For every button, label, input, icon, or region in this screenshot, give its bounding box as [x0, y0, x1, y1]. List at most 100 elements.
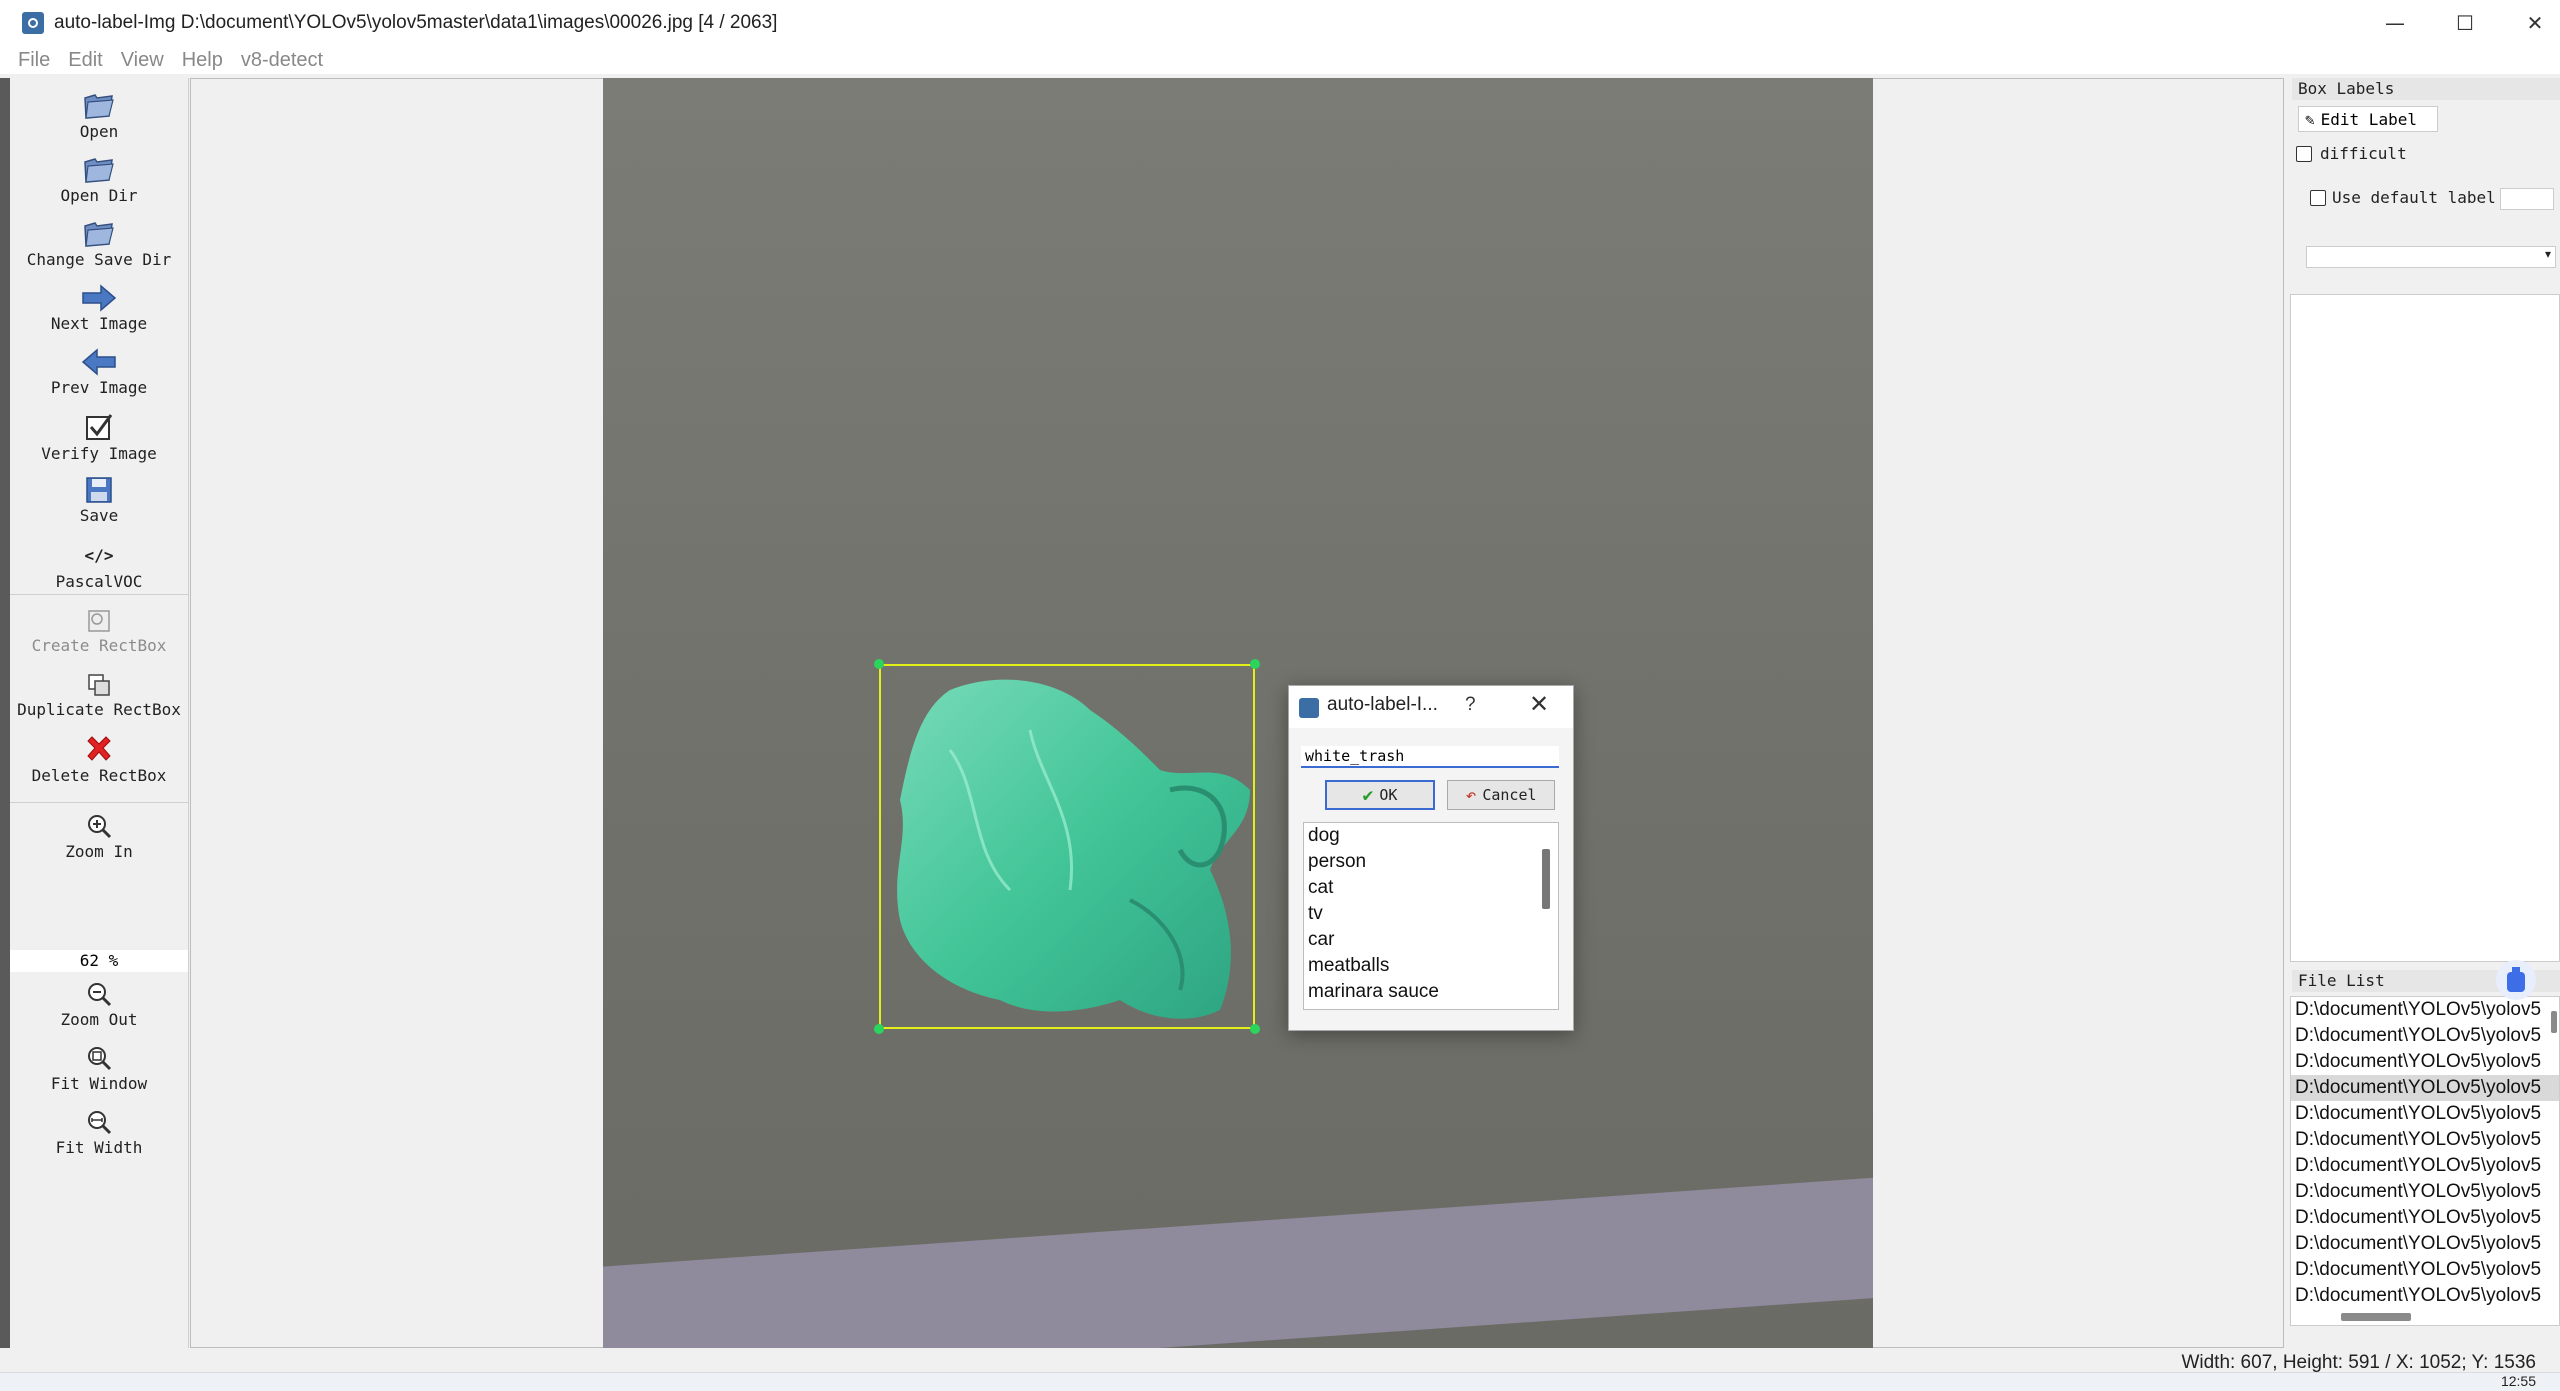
- bbox-handle-bottom-left[interactable]: [874, 1024, 884, 1034]
- title-bar: auto-label-Img D:\document\YOLOv5\yolov5…: [0, 0, 2560, 46]
- default-label-input[interactable]: [2500, 188, 2554, 210]
- label-list[interactable]: dog person cat tv car meatballs marinara…: [1303, 822, 1559, 1010]
- save-button[interactable]: Save: [10, 474, 188, 525]
- difficult-checkbox[interactable]: [2296, 146, 2312, 162]
- menu-bar: File Edit View Help v8-detect: [0, 46, 2560, 74]
- create-rectbox-button[interactable]: Create RectBox: [10, 604, 188, 655]
- menu-edit[interactable]: Edit: [68, 49, 102, 72]
- box-label-list[interactable]: [2290, 294, 2560, 962]
- duplicate-icon: [10, 668, 188, 698]
- label-list-item[interactable]: car: [1304, 927, 1558, 953]
- label-list-scrollbar[interactable]: [1542, 849, 1550, 909]
- file-list-item-selected[interactable]: D:\document\YOLOv5\yolov5: [2291, 1075, 2559, 1101]
- cancel-button[interactable]: ↶ Cancel: [1447, 780, 1555, 810]
- file-list-item[interactable]: D:\document\YOLOv5\yolov5: [2291, 1153, 2559, 1179]
- bbox-handle-bottom-right[interactable]: [1250, 1024, 1260, 1034]
- file-list-hscrollbar[interactable]: [2341, 1313, 2411, 1321]
- ok-label: OK: [1379, 786, 1398, 804]
- window-title: auto-label-Img D:\document\YOLOv5\yolov5…: [54, 12, 778, 33]
- menu-view[interactable]: View: [121, 49, 164, 72]
- edit-label-text: Edit Label: [2320, 109, 2417, 129]
- toolbar: Open Open Dir Change Save Dir Next Image…: [10, 78, 189, 1348]
- save-label: Save: [79, 506, 119, 525]
- bbox-handle-top-left[interactable]: [874, 659, 884, 669]
- file-list-item[interactable]: D:\document\YOLOv5\yolov5: [2291, 997, 2559, 1023]
- fit-width-button[interactable]: Fit Width: [10, 1106, 188, 1157]
- file-list-item[interactable]: D:\document\YOLOv5\yolov5: [2291, 1101, 2559, 1127]
- label-filter-combo[interactable]: [2306, 246, 2556, 268]
- label-list-item[interactable]: dog: [1304, 823, 1558, 849]
- format-toggle-button[interactable]: </> PascalVOC: [10, 540, 188, 592]
- prev-image-button[interactable]: Prev Image: [10, 346, 188, 397]
- file-list-vscrollbar[interactable]: [2551, 1011, 2557, 1033]
- duplicate-rectbox-button[interactable]: Duplicate RectBox: [10, 668, 188, 719]
- arrow-left-icon: [10, 346, 188, 376]
- dialog-close-button[interactable]: ✕: [1529, 690, 1549, 718]
- next-image-label: Next Image: [50, 314, 148, 333]
- prev-image-label: Prev Image: [50, 378, 148, 397]
- use-default-label-checkbox[interactable]: [2310, 190, 2326, 206]
- file-list-item[interactable]: D:\document\YOLOv5\yolov5: [2291, 1049, 2559, 1075]
- file-list-item[interactable]: D:\document\YOLOv5\yolov5: [2291, 1231, 2559, 1257]
- maximize-button[interactable]: ☐: [2430, 0, 2500, 46]
- minimize-button[interactable]: —: [2360, 0, 2430, 46]
- verify-image-label: Verify Image: [41, 444, 157, 463]
- right-panel: Box Labels ✎ Edit Label difficult Use de…: [2286, 78, 2560, 1348]
- toolbar-separator: [10, 802, 188, 803]
- file-list-item[interactable]: D:\document\YOLOv5\yolov5: [2291, 1257, 2559, 1283]
- menu-help[interactable]: Help: [182, 49, 223, 72]
- checkbox-check-icon: [10, 412, 188, 442]
- bounding-box[interactable]: [879, 664, 1255, 1029]
- file-list-item[interactable]: D:\document\YOLOv5\yolov5: [2291, 1205, 2559, 1231]
- file-list-item[interactable]: D:\document\YOLOv5\yolov5: [2291, 1179, 2559, 1205]
- bbox-handle-top-right[interactable]: [1250, 659, 1260, 669]
- dialog-help-button[interactable]: ?: [1465, 694, 1476, 716]
- ok-button[interactable]: ✔ OK: [1325, 780, 1435, 810]
- file-list-item[interactable]: D:\document\YOLOv5\yolov5: [2291, 1127, 2559, 1153]
- dialog-title: auto-label-I...: [1327, 694, 1438, 715]
- open-button[interactable]: Open: [10, 90, 188, 141]
- fit-width-label: Fit Width: [55, 1138, 143, 1157]
- left-edge: [0, 78, 10, 1348]
- zoom-in-icon: [10, 810, 188, 840]
- delete-rectbox-label: Delete RectBox: [31, 766, 167, 785]
- file-list-item[interactable]: D:\document\YOLOv5\yolov5: [2291, 1283, 2559, 1309]
- zoom-out-button[interactable]: Zoom Out: [10, 978, 188, 1029]
- zoom-percentage[interactable]: 62 %: [10, 950, 188, 972]
- label-list-item[interactable]: marinara sauce: [1304, 979, 1558, 1005]
- label-list-item[interactable]: meatballs: [1304, 953, 1558, 979]
- label-list-item[interactable]: tv: [1304, 901, 1558, 927]
- zoom-out-label: Zoom Out: [60, 1010, 138, 1029]
- code-tag-icon: </>: [84, 545, 114, 565]
- image-fabric-region: [603, 1175, 1873, 1348]
- use-default-label-text: Use default label: [2332, 188, 2496, 207]
- verify-image-button[interactable]: Verify Image: [10, 412, 188, 463]
- taskbar-clock: 12:55: [2500, 1373, 2536, 1389]
- label-list-item[interactable]: person: [1304, 849, 1558, 875]
- fit-width-icon: [10, 1106, 188, 1136]
- fit-window-button[interactable]: Fit Window: [10, 1042, 188, 1093]
- folder-open-icon: [10, 90, 188, 120]
- create-rectbox-label: Create RectBox: [31, 636, 167, 655]
- next-image-button[interactable]: Next Image: [10, 282, 188, 333]
- change-save-dir-button[interactable]: Change Save Dir: [10, 218, 188, 269]
- label-list-item[interactable]: cat: [1304, 875, 1558, 901]
- zoom-in-button[interactable]: Zoom In: [10, 810, 188, 861]
- delete-rectbox-button[interactable]: Delete RectBox: [10, 734, 188, 785]
- edit-label-button[interactable]: ✎ Edit Label: [2298, 106, 2438, 132]
- close-window-button[interactable]: ✕: [2500, 0, 2560, 46]
- arrow-right-icon: [10, 282, 188, 312]
- edit-pencil-icon: ✎: [2305, 109, 2315, 129]
- zoom-in-label: Zoom In: [65, 842, 133, 861]
- label-input[interactable]: [1301, 746, 1559, 768]
- usb-device-icon[interactable]: [2496, 960, 2536, 1000]
- open-dir-button[interactable]: Open Dir: [10, 154, 188, 205]
- file-list-item[interactable]: D:\document\YOLOv5\yolov5: [2291, 1023, 2559, 1049]
- menu-v8-detect[interactable]: v8-detect: [241, 49, 323, 72]
- checkmark-icon: ✔: [1362, 784, 1374, 806]
- menu-file[interactable]: File: [18, 49, 50, 72]
- change-save-dir-label: Change Save Dir: [26, 250, 172, 269]
- open-dir-label: Open Dir: [60, 186, 138, 205]
- file-list[interactable]: D:\document\YOLOv5\yolov5 D:\document\YO…: [2290, 996, 2560, 1326]
- undo-arrow-icon: ↶: [1465, 784, 1477, 806]
